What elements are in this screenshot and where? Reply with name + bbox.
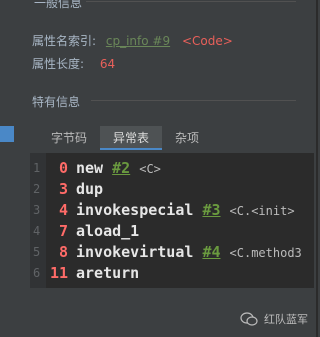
- bytecode-offset: 4: [58, 201, 68, 219]
- general-info-title: 一般信息: [34, 0, 83, 10]
- length-label: 属性长度:: [32, 57, 85, 71]
- bytecode-offset: 7: [58, 222, 68, 240]
- name-index-label: 属性名索引:: [32, 34, 97, 48]
- cp-info-link[interactable]: cp_info #9: [106, 34, 170, 48]
- constant-comment: <C.method3: [229, 246, 302, 260]
- opcode: invokespecial: [76, 201, 194, 219]
- line-number: 1: [33, 161, 41, 175]
- line-number: 5: [33, 245, 41, 259]
- opcode: invokevirtual: [76, 243, 194, 261]
- right-scrollbar[interactable]: [316, 0, 318, 337]
- line-number: 3: [33, 203, 41, 217]
- bytecode-editor[interactable]: 1 0 new #2 <C> 2 3 dup 3 4 invokespecial…: [30, 153, 314, 288]
- bytecode-offset: 8: [58, 243, 68, 261]
- tab-misc[interactable]: 杂项: [162, 126, 212, 150]
- tab-bytecode[interactable]: 字节码: [38, 126, 100, 150]
- watermark: 红队蓝军: [240, 311, 308, 327]
- line-number: 2: [33, 182, 41, 196]
- constant-ref-link[interactable]: #4: [202, 243, 220, 261]
- line-number: 6: [33, 266, 41, 280]
- opcode: new: [76, 159, 104, 177]
- opcode: aload_1: [76, 222, 140, 240]
- line-number: 4: [33, 224, 41, 238]
- length-value: 64: [99, 57, 116, 71]
- bytecode-offset: 11: [49, 264, 68, 282]
- opcode: areturn: [76, 264, 140, 282]
- wechat-icon: [240, 312, 258, 326]
- left-splitter-marker: [0, 126, 14, 142]
- divider: [86, 1, 296, 2]
- name-index-value: <Code>: [181, 34, 233, 48]
- constant-ref-link[interactable]: #2: [112, 159, 130, 177]
- tab-bar: 字节码 异常表 杂项: [38, 126, 212, 150]
- length-row: 属性长度: 64: [32, 55, 115, 72]
- watermark-text: 红队蓝军: [264, 313, 308, 326]
- bytecode-offset: 0: [58, 159, 68, 177]
- bytecode-offset: 3: [58, 180, 68, 198]
- opcode: dup: [76, 180, 104, 198]
- divider: [91, 100, 296, 101]
- constant-ref-link[interactable]: #3: [202, 201, 220, 219]
- constant-comment: <C>: [139, 162, 161, 176]
- name-index-row: 属性名索引: cp_info #9 <Code>: [32, 32, 233, 49]
- constant-comment: <C.<init>: [229, 204, 295, 218]
- tab-exception-table[interactable]: 异常表: [100, 126, 163, 150]
- specific-info-title: 特有信息: [32, 95, 81, 109]
